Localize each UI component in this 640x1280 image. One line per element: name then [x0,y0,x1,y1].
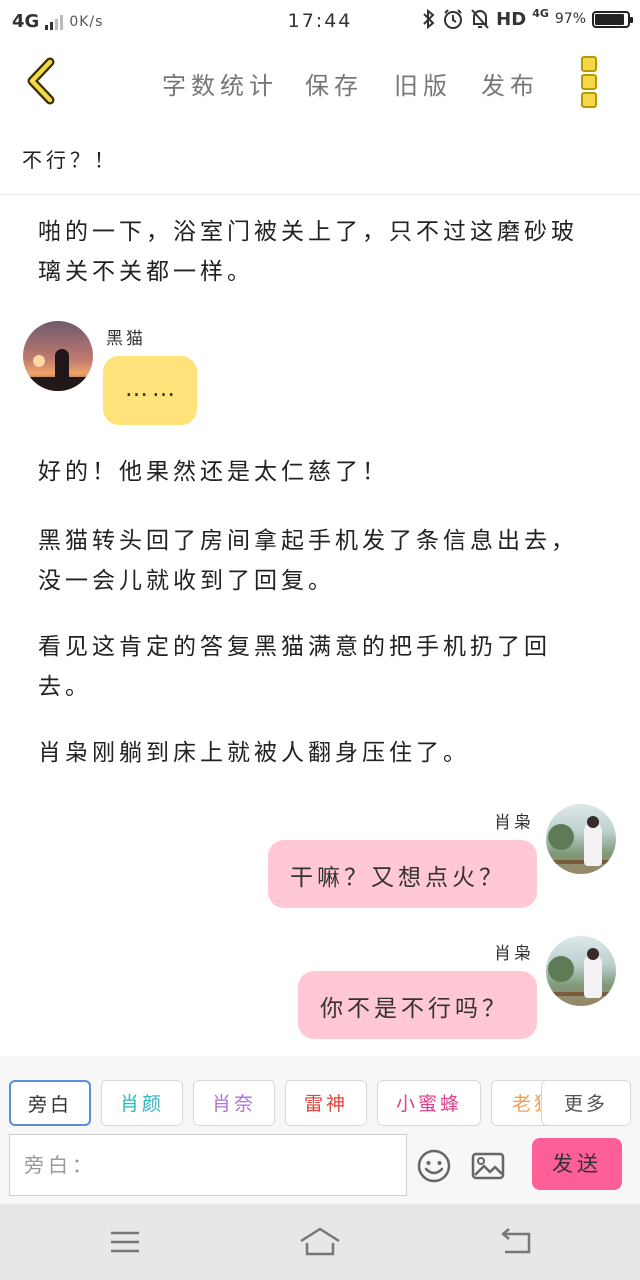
battery-icon [592,10,633,28]
more-roles-button[interactable]: 更多 [541,1080,631,1126]
chat-bubble-left[interactable]: …… [103,356,197,425]
role-chips: 旁白 肖颜 肖奈 雷神 小蜜蜂 老狐 更多 [0,1080,640,1128]
chapter-title-row[interactable]: 不行？！ [0,126,640,195]
network-type-small: 4G [532,6,549,20]
image-icon[interactable] [470,1148,506,1184]
status-bar: 4G 0K/s 17:44 HD 4G 97% [0,0,640,44]
paragraph: 啪的一下，浴室门被关上了，只不过这磨砂玻璃关不关都一样。 [38,219,578,285]
home-icon[interactable] [296,1224,344,1260]
vertical-dots-icon[interactable] [577,56,601,108]
battery-percent: 97% [554,11,586,27]
speaker-name: 肖枭 [494,813,534,833]
paragraph: 好的！他果然还是太仁慈了！ [38,459,389,485]
system-nav-bar [0,1204,640,1280]
role-chip[interactable]: 肖奈 [193,1080,275,1126]
save-button[interactable]: 保存 [305,66,363,101]
chat-bubble-right[interactable]: 你不是不行吗？ [298,971,537,1039]
editor-toolbar: 字数统计 保存 旧版 发布 [0,44,640,126]
status-right: HD 4G 97% [422,6,633,30]
emoji-icon[interactable] [416,1148,452,1184]
send-button[interactable]: 发送 [532,1138,622,1190]
speaker-name: 肖枭 [494,944,534,964]
alarm-icon [444,9,463,29]
chevron-left-icon [27,57,55,105]
input-area: 旁白 肖颜 肖奈 雷神 小蜜蜂 老狐 更多 发送 [0,1056,640,1204]
avatar-xiaoxiao[interactable] [546,936,616,1006]
chapter-title: 不行？！ [22,148,118,172]
role-chip-narrator[interactable]: 旁白 [9,1080,91,1126]
back-button[interactable] [20,56,64,106]
menu-icon[interactable] [101,1224,149,1260]
avatar-xiaoxiao[interactable] [546,804,616,874]
back-icon[interactable] [491,1224,539,1260]
word-count-button[interactable]: 字数统计 [162,66,278,101]
avatar-heimao[interactable] [23,321,93,391]
paragraph: 看见这肯定的答复黑猫满意的把手机扔了回去。 [38,634,551,700]
role-chip[interactable]: 小蜜蜂 [377,1080,481,1126]
paragraph: 黑猫转头回了房间拿起手机发了条信息出去，没一会儿就收到了回复。 [38,528,578,594]
hd-indicator: HD [496,8,527,30]
paragraph: 肖枭刚躺到床上就被人翻身压住了。 [38,740,470,766]
chat-bubble-right[interactable]: 干嘛？又想点火？ [268,840,537,908]
old-version-button[interactable]: 旧版 [394,66,452,101]
publish-button[interactable]: 发布 [481,66,539,101]
role-chip[interactable]: 雷神 [285,1080,367,1126]
speaker-name: 黑猫 [106,329,146,349]
mute-icon [471,9,489,29]
bluetooth-icon [423,8,435,30]
message-input[interactable] [9,1134,407,1196]
role-chip[interactable]: 肖颜 [101,1080,183,1126]
